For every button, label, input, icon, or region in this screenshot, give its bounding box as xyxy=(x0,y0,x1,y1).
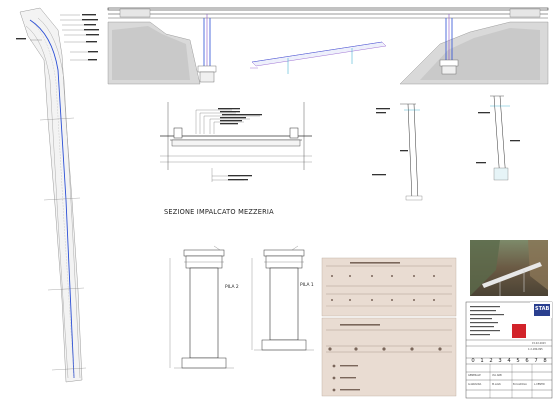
scanned-sheets xyxy=(321,257,457,397)
drawing-sheet xyxy=(16,7,553,399)
revision-digit: 2 xyxy=(489,358,493,364)
site-photo xyxy=(470,240,548,296)
pier-elevations xyxy=(169,245,314,369)
revision-digit: 5 xyxy=(516,358,520,364)
plan-view xyxy=(16,7,99,383)
deck-section xyxy=(160,102,312,182)
pier-2-label: PILA 2 xyxy=(225,285,239,290)
title-block-field: M.LAVA xyxy=(492,383,501,386)
title-block-date: 15.02.2023 xyxy=(532,342,546,345)
title-block-code: 1:2-180-095 xyxy=(528,348,543,351)
title-block-field: L.CENTRI xyxy=(534,383,545,386)
pier-1-label: PILA 1 xyxy=(300,283,314,288)
revision-digit: 8 xyxy=(543,358,547,364)
deck-section-title: SEZIONE IMPALCATO MEZZERIA xyxy=(164,208,274,216)
title-block-field: B.CALDOLA xyxy=(513,383,527,386)
title-block-field: VIA ARB xyxy=(492,374,502,377)
title-block-field: G.GRAVIDA xyxy=(468,383,482,386)
pier-details xyxy=(372,95,520,201)
revision-digit: 7 xyxy=(534,358,538,364)
revision-digit: 1 xyxy=(480,358,484,364)
title-block-field: GENERALE xyxy=(468,374,481,377)
revision-digit: 4 xyxy=(507,358,511,364)
company-logo: STAB xyxy=(535,306,550,312)
revision-digit: 0 xyxy=(471,358,475,364)
revision-digit: 3 xyxy=(498,358,502,364)
elevation-view xyxy=(107,7,549,85)
revision-digit: 6 xyxy=(525,358,529,364)
